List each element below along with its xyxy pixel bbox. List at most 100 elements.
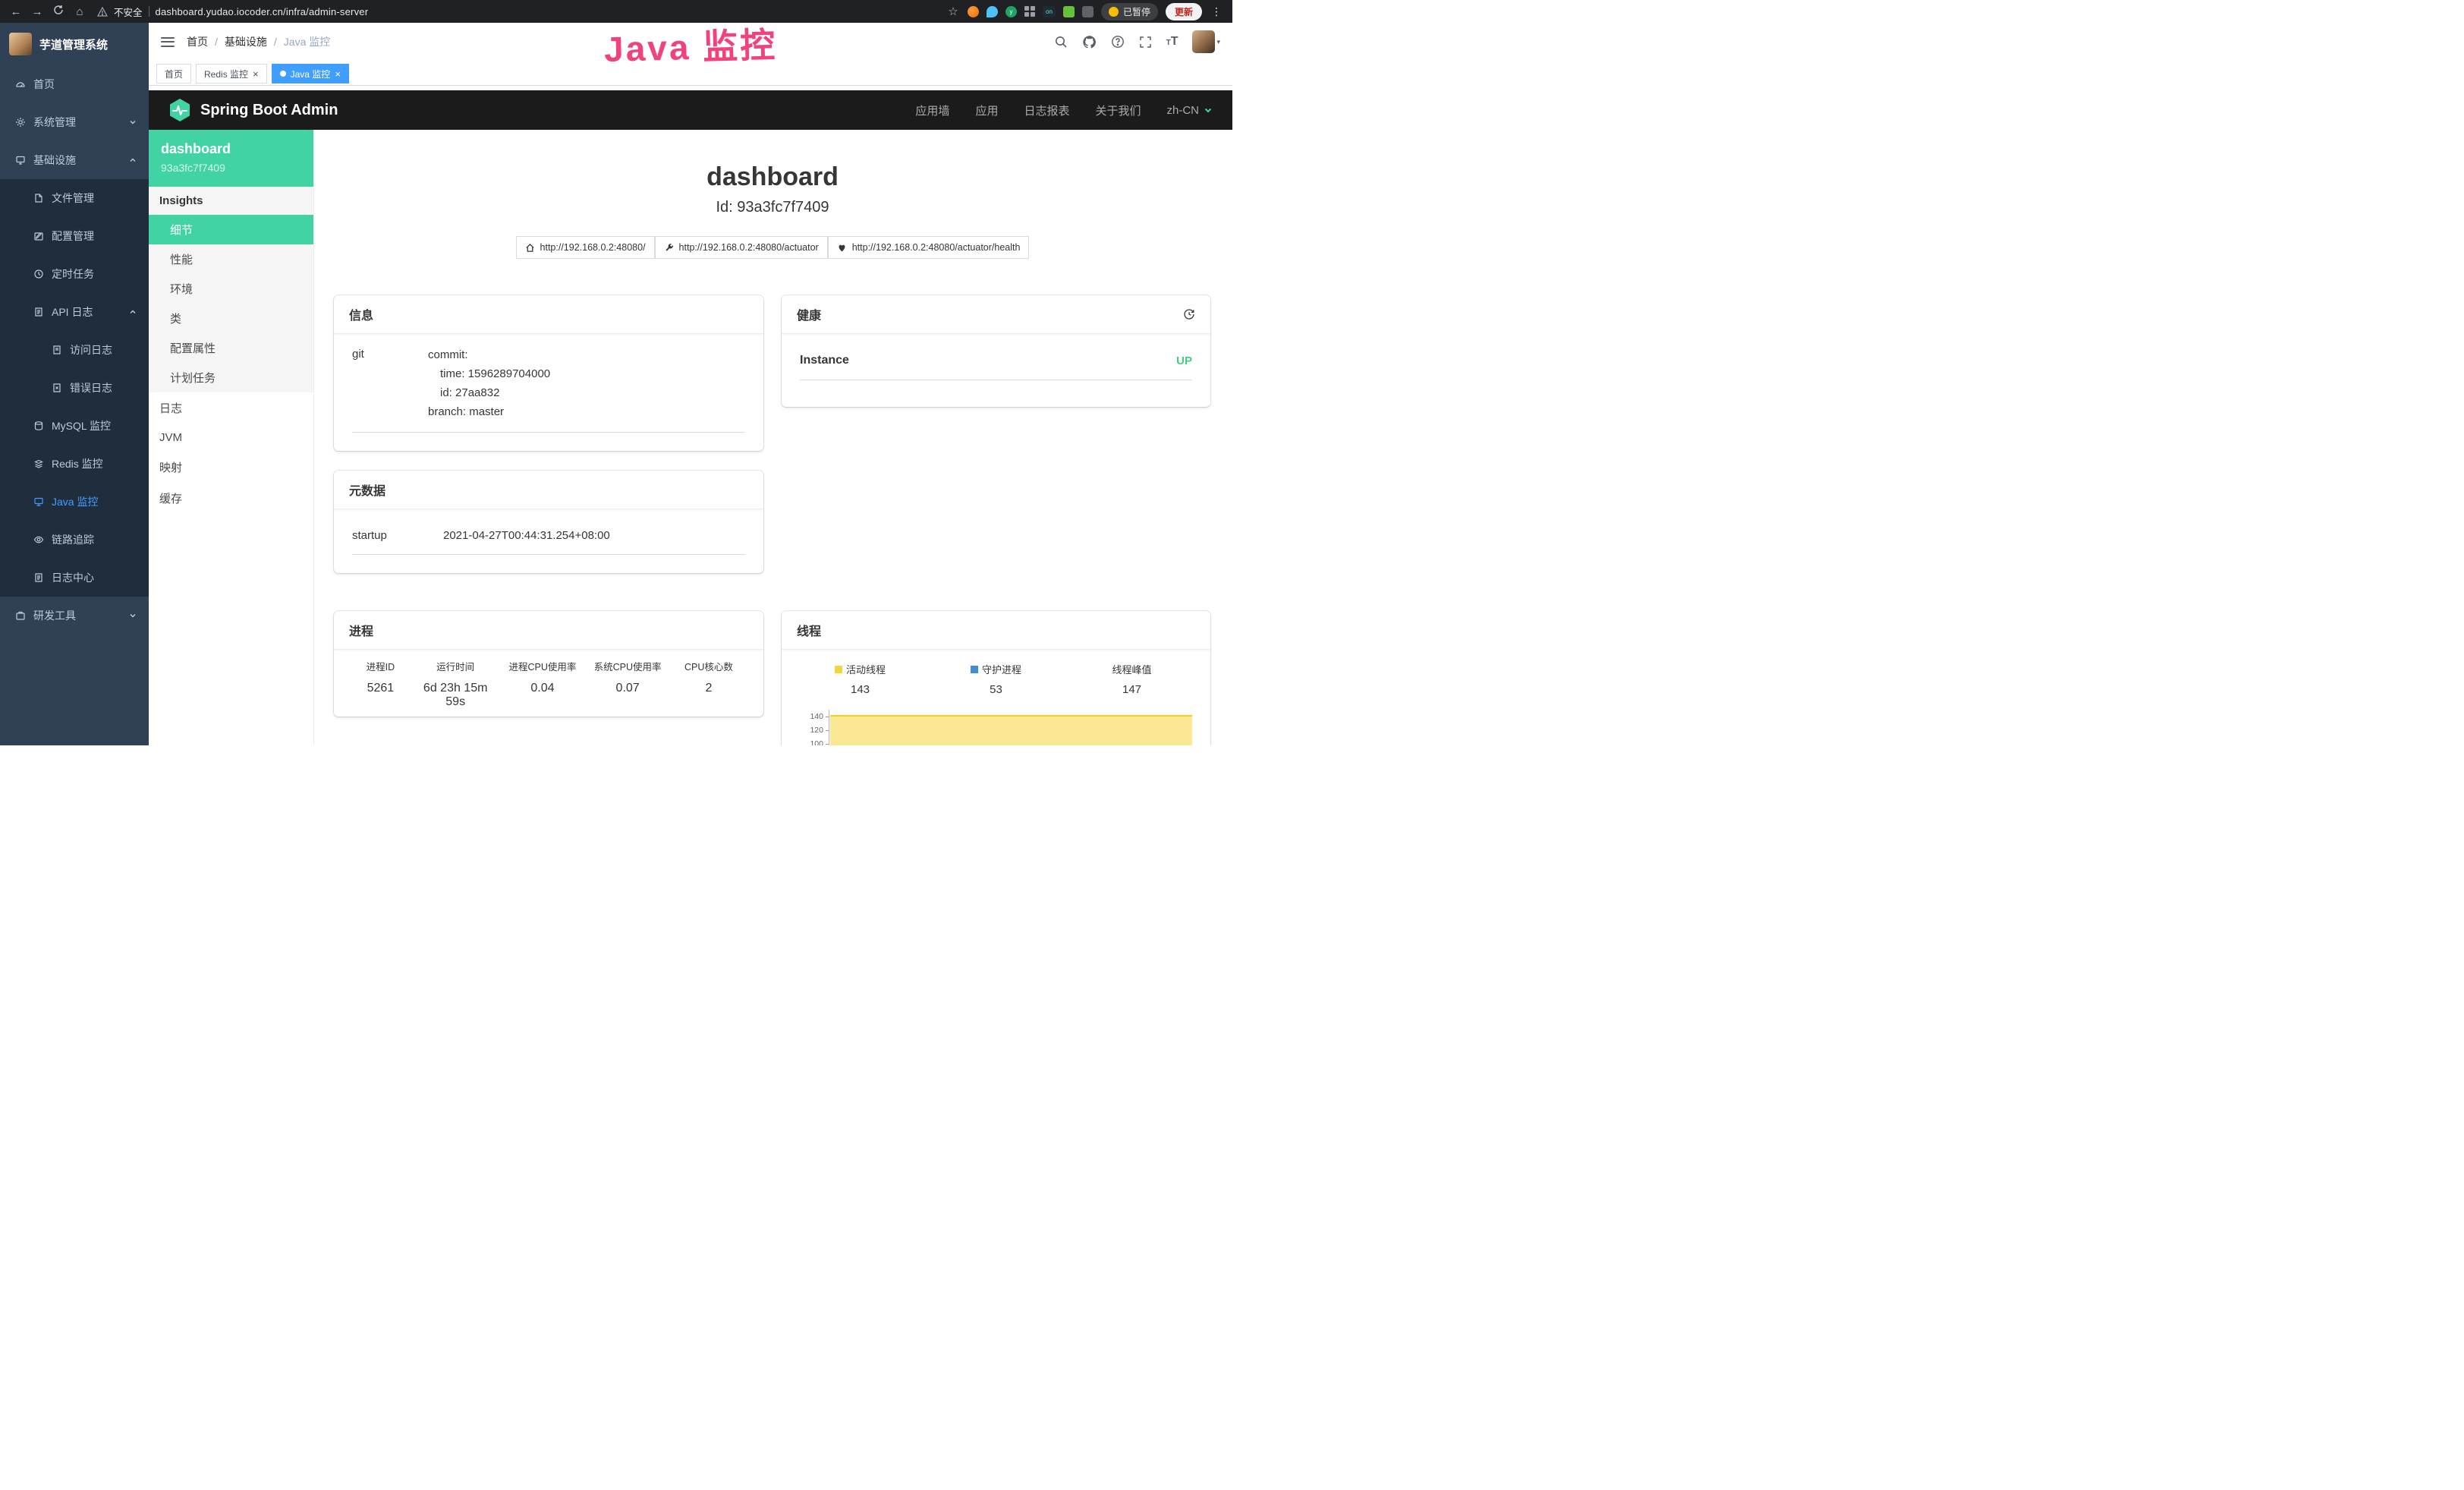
sba-menu-environment[interactable]: 环境 (149, 274, 313, 304)
breadcrumb-current: Java 监控 (284, 34, 330, 49)
forward-icon[interactable]: → (30, 5, 44, 18)
sba-nav-applications[interactable]: 应用 (975, 102, 998, 118)
search-icon[interactable] (1054, 35, 1068, 49)
sidebar-item-api-logs[interactable]: API 日志 (0, 293, 149, 331)
sidebar-item-error-logs[interactable]: 错误日志 (0, 369, 149, 407)
ext-puzzle-icon[interactable] (1082, 6, 1094, 17)
ext-fox-icon[interactable] (968, 6, 979, 17)
avatar[interactable]: ▾ (1192, 30, 1220, 53)
process-card: 进程 进程ID5261 运行时间6d 23h 15m 59s 进程CPU使用率0… (334, 611, 763, 717)
sidebar-item-label: 基础设施 (33, 153, 76, 168)
sidebar-item-config-management[interactable]: 配置管理 (0, 217, 149, 255)
sidebar-item-home[interactable]: 首页 (0, 65, 149, 103)
bookmark-star-icon[interactable]: ☆ (946, 5, 960, 18)
sidebar-item-label: 文件管理 (52, 191, 94, 206)
sba-menu-metrics[interactable]: 性能 (149, 244, 313, 274)
health-card: 健康 Instance UP (782, 295, 1210, 407)
sidebar-item-dev-tools[interactable]: 研发工具 (0, 597, 149, 635)
sidebar-item-log-center[interactable]: 日志中心 (0, 559, 149, 597)
app-sidebar: 芋道管理系统 首页 系统管理 基础设施 文件管理 (0, 23, 149, 745)
breadcrumb: 首页 / 基础设施 / Java 监控 (187, 34, 330, 49)
hamburger-icon[interactable] (161, 37, 175, 47)
breadcrumb-item[interactable]: 首页 (187, 34, 208, 49)
security-label: 不安全 (114, 5, 143, 19)
sba-menu-classes[interactable]: 类 (149, 304, 313, 333)
sba-locale-select[interactable]: zh-CN (1166, 104, 1213, 117)
info-row-git: git commit: time: 1596289704000 id: 27aa… (352, 346, 745, 433)
address-bar[interactable]: 不安全 dashboard.yudao.iocoder.cn/infra/adm… (97, 5, 368, 19)
sba-instance-name: dashboard (161, 141, 301, 157)
ext-green-icon[interactable]: y (1005, 6, 1017, 17)
sidebar-item-scheduled-tasks[interactable]: 定时任务 (0, 255, 149, 293)
ext-on-badge-icon[interactable]: on (1043, 6, 1056, 17)
sba-content: dashboard Id: 93a3fc7f7409 http://192.16… (314, 130, 1232, 745)
font-size-icon[interactable]: TT (1166, 35, 1179, 49)
history-icon[interactable] (1183, 308, 1195, 320)
tab-java-monitor[interactable]: Java 监控× (272, 64, 349, 83)
sba-instance-header[interactable]: dashboard 93a3fc7f7409 (149, 130, 313, 187)
close-icon[interactable]: × (335, 69, 341, 79)
sidebar-item-label: 配置管理 (52, 228, 94, 244)
breadcrumb-item[interactable]: 基础设施 (225, 34, 267, 49)
actuator-url-link[interactable]: http://192.168.0.2:48080/actuator (655, 236, 828, 259)
paused-badge[interactable]: 已暂停 (1101, 3, 1158, 20)
sidebar-item-system[interactable]: 系统管理 (0, 103, 149, 141)
home-icon[interactable]: ⌂ (73, 5, 87, 18)
ext-leaf-icon[interactable] (1063, 6, 1075, 17)
ext-drop-icon[interactable] (987, 6, 998, 17)
sidebar-item-java-monitor[interactable]: Java 监控 (0, 483, 149, 521)
sba-menu-jvm[interactable]: JVM (149, 424, 313, 452)
service-url-link[interactable]: http://192.168.0.2:48080/ (516, 236, 655, 259)
sidebar-item-tracing[interactable]: 链路追踪 (0, 521, 149, 559)
tab-home[interactable]: 首页 (156, 64, 191, 83)
card-title: 元数据 (349, 480, 385, 499)
card-title: 进程 (349, 621, 373, 639)
update-button[interactable]: 更新 (1166, 3, 1202, 20)
status-badge: UP (1176, 354, 1192, 367)
sidebar-item-mysql-monitor[interactable]: MySQL 监控 (0, 407, 149, 445)
sba-nav-wallboard[interactable]: 应用墙 (915, 102, 949, 118)
sba-menu-scheduled-tasks[interactable]: 计划任务 (149, 363, 313, 392)
sba-menu-details[interactable]: 细节 (149, 215, 313, 244)
sba-brand-title: Spring Boot Admin (200, 102, 338, 119)
sidebar-item-label: MySQL 监控 (52, 418, 111, 433)
sba-nav-about[interactable]: 关于我们 (1095, 102, 1141, 118)
sba-logo-icon (168, 98, 191, 122)
back-icon[interactable]: ← (9, 5, 23, 18)
sidebar-item-label: 链路追踪 (52, 532, 94, 547)
redis-icon (33, 458, 44, 469)
browser-chrome: ← → ⌂ 不安全 dashboard.yudao.iocoder.cn/inf… (0, 0, 1232, 23)
tab-redis-monitor[interactable]: Redis 监控× (196, 64, 267, 83)
health-instance-row: Instance UP (800, 346, 1192, 380)
sba-menu-config-props[interactable]: 配置属性 (149, 333, 313, 363)
tab-bar: 首页 Redis 监控× Java 监控× (149, 61, 1232, 86)
active-dot-icon (280, 71, 286, 77)
sidebar-item-redis-monitor[interactable]: Redis 监控 (0, 445, 149, 483)
fullscreen-icon[interactable] (1139, 36, 1152, 49)
browser-menu-kebab-icon[interactable]: ⋮ (1210, 5, 1223, 18)
app-logo-row[interactable]: 芋道管理系统 (0, 23, 149, 65)
close-icon[interactable]: × (253, 69, 259, 79)
sidebar-item-infrastructure[interactable]: 基础设施 (0, 141, 149, 179)
threads-chart: 140 120 100 (792, 710, 1200, 745)
help-icon[interactable] (1111, 35, 1125, 49)
sba-menu-mappings[interactable]: 映射 (149, 452, 313, 483)
sba-brand[interactable]: Spring Boot Admin (168, 98, 338, 122)
dashboard-icon (15, 79, 26, 90)
sba-nav-journal[interactable]: 日志报表 (1024, 102, 1069, 118)
threads-chart-area (830, 715, 1192, 745)
legend-item-daemon: 守护进程 53 (928, 662, 1064, 696)
sba-menu-group-label: Insights (149, 187, 313, 215)
sba-menu-caches[interactable]: 缓存 (149, 483, 313, 514)
threads-chart-y-axis: 140 120 100 (794, 710, 829, 745)
github-icon[interactable] (1082, 35, 1097, 49)
info-card: 信息 git commit: time: 1596289704000 id: 2… (334, 295, 763, 451)
sidebar-item-access-logs[interactable]: 访问日志 (0, 331, 149, 369)
ext-grid-icon[interactable] (1024, 6, 1035, 17)
sba-instance-id: 93a3fc7f7409 (161, 162, 301, 174)
health-url-link[interactable]: http://192.168.0.2:48080/actuator/health (828, 236, 1030, 259)
reload-icon[interactable] (52, 5, 65, 18)
sba-menu-logs[interactable]: 日志 (149, 392, 313, 424)
sidebar-item-file-management[interactable]: 文件管理 (0, 179, 149, 217)
sba-sidebar: dashboard 93a3fc7f7409 Insights 细节 性能 环境… (149, 130, 314, 745)
